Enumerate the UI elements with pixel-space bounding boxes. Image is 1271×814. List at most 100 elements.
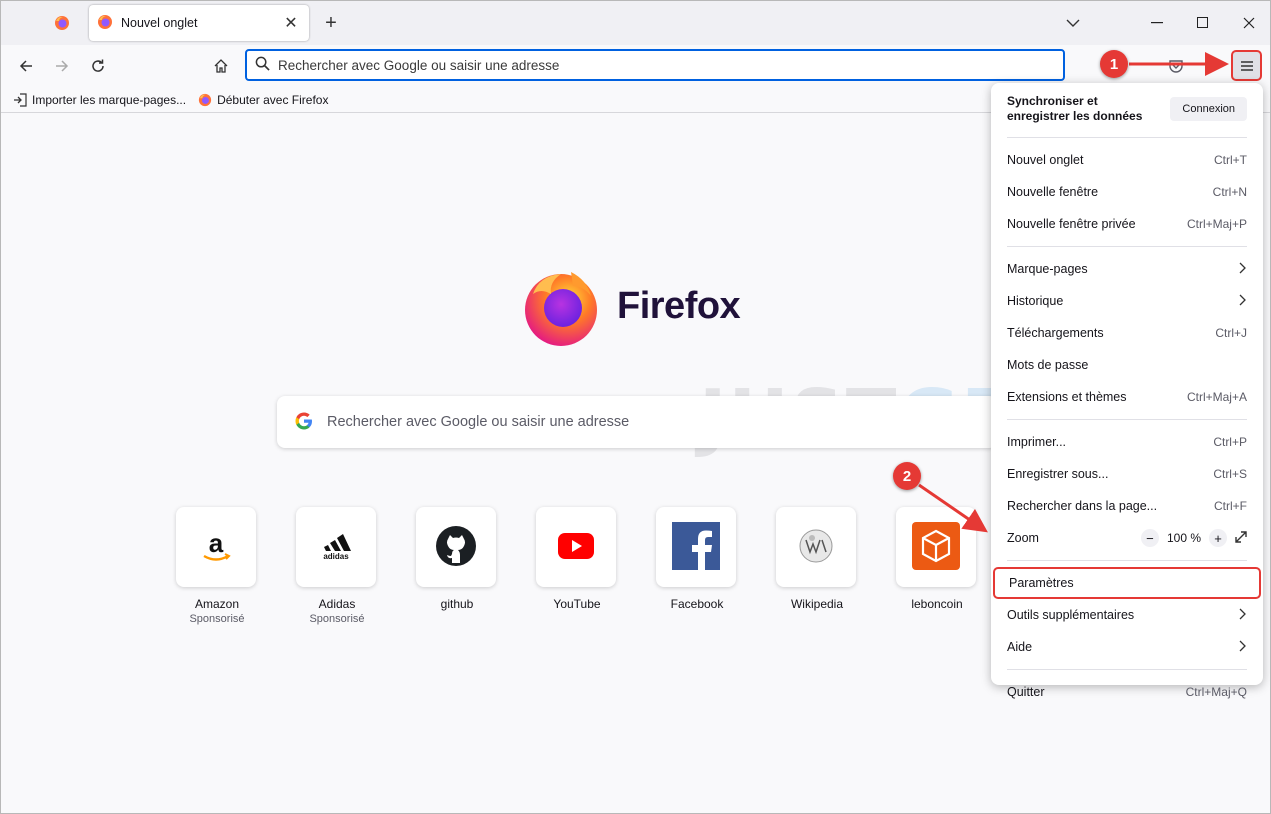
search-icon (255, 56, 270, 74)
menu-separator (1007, 137, 1247, 138)
menu-item-settings[interactable]: Paramètres (993, 567, 1261, 599)
home-icon (214, 59, 228, 73)
firefox-logo: Firefox (521, 266, 741, 346)
zoom-in-button[interactable]: + (1209, 529, 1227, 547)
tile-sponsored-label: Sponsorisé (309, 613, 365, 625)
menu-item-new-window[interactable]: Nouvelle fenêtre Ctrl+N (1007, 176, 1247, 208)
tab-title: Nouvel onglet (121, 16, 198, 30)
firefox-icon (198, 93, 212, 106)
minimize-button[interactable] (1137, 7, 1177, 39)
reload-button[interactable] (84, 52, 112, 80)
zoom-level[interactable]: 100 % (1167, 531, 1201, 545)
menu-item-history[interactable]: Historique (1007, 285, 1247, 317)
tile-label: Wikipedia (790, 597, 844, 611)
tile-label: github (440, 597, 474, 611)
back-button[interactable] (12, 52, 40, 80)
fullscreen-icon[interactable] (1235, 530, 1247, 546)
forward-button[interactable] (48, 52, 76, 80)
zoom-out-button[interactable]: − (1140, 529, 1159, 547)
menu-item-print[interactable]: Imprimer... Ctrl+P (1007, 426, 1247, 458)
menu-item-find-in-page[interactable]: Rechercher dans la page... Ctrl+F (1007, 490, 1247, 522)
close-tab-icon[interactable]: ✕ (281, 13, 301, 33)
chevron-right-icon (1239, 294, 1247, 309)
back-arrow-icon (19, 60, 32, 72)
menu-item-new-tab[interactable]: Nouvel onglet Ctrl+T (1007, 144, 1247, 176)
menu-item-help[interactable]: Aide (1007, 631, 1247, 663)
top-site-tile[interactable]: Wikipedia (776, 507, 858, 613)
menu-item-extensions-themes[interactable]: Extensions et thèmes Ctrl+Maj+A (1007, 381, 1247, 413)
firefox-icon (97, 14, 113, 33)
menu-item-quit[interactable]: Quitter Ctrl+Maj+Q (1007, 676, 1247, 708)
menu-item-passwords[interactable]: Mots de passe (1007, 349, 1247, 381)
chevron-right-icon (1239, 262, 1247, 277)
top-site-tile[interactable]: a Amazon Sponsorisé (176, 507, 258, 625)
zoom-controls: − 100 % + (1140, 529, 1247, 547)
menu-item-new-private-window[interactable]: Nouvelle fenêtre privée Ctrl+Maj+P (1007, 208, 1247, 240)
top-site-tile[interactable]: leboncoin (896, 507, 978, 613)
maximize-button[interactable] (1183, 7, 1223, 39)
pocket-icon (1169, 60, 1183, 73)
youtube-icon (558, 532, 594, 562)
google-icon (295, 412, 313, 433)
reload-icon (92, 59, 104, 72)
step-badge-2: 2 (893, 462, 921, 490)
menu-item-more-tools[interactable]: Outils supplémentaires (1007, 599, 1247, 631)
menu-item-zoom: Zoom − 100 % + (1007, 522, 1247, 554)
menu-separator (1007, 560, 1247, 561)
pinned-tab[interactable] (41, 7, 83, 41)
tile-label: Adidas (318, 597, 356, 611)
bookmark-label: Importer les marque-pages... (32, 92, 187, 107)
content-search-box[interactable] (277, 396, 997, 448)
list-all-tabs-icon[interactable] (1053, 7, 1093, 39)
facebook-icon (672, 521, 720, 573)
tab-new-tab[interactable]: Nouvel onglet ✕ (89, 5, 309, 41)
menu-separator (1007, 246, 1247, 247)
application-menu-button[interactable] (1231, 50, 1262, 81)
top-site-tile[interactable]: YouTube (536, 507, 618, 613)
connexion-button[interactable]: Connexion (1170, 97, 1247, 121)
top-site-tile[interactable]: github (416, 507, 498, 613)
top-site-tile[interactable]: Facebook (656, 507, 738, 613)
firefox-logo-icon (525, 272, 597, 346)
adidas-icon: adidas (314, 531, 358, 564)
svg-text:a: a (209, 528, 224, 558)
tile-label: leboncoin (911, 597, 963, 611)
bookmark-getting-started[interactable]: Débuter avec Firefox (198, 93, 328, 107)
tile-sponsored-label: Sponsorisé (189, 613, 245, 625)
url-input[interactable] (278, 57, 1063, 73)
menu-separator (1007, 669, 1247, 670)
top-site-tile[interactable]: adidas Adidas Sponsorisé (296, 507, 378, 625)
browser-window: Nouvel onglet ✕ + Rechercher avec Google… (0, 0, 1271, 814)
bookmark-label: Débuter avec Firefox (217, 92, 329, 107)
wikipedia-icon (798, 528, 834, 567)
import-icon (14, 92, 27, 107)
sync-row: Synchroniser et enregistrer les données … (1007, 87, 1247, 131)
menu-item-bookmarks[interactable]: Marque-pages (1007, 253, 1247, 285)
pocket-button[interactable] (1162, 52, 1190, 80)
forward-arrow-icon (56, 60, 69, 72)
url-bar[interactable] (245, 49, 1065, 81)
bookmark-import[interactable]: Importer les marque-pages... (13, 93, 186, 107)
tile-label: Amazon (194, 597, 240, 611)
menu-item-save-as[interactable]: Enregistrer sous... Ctrl+S (1007, 458, 1247, 490)
tile-label: YouTube (553, 597, 601, 611)
sync-text: Synchroniser et enregistrer les données (1007, 94, 1143, 123)
github-icon (435, 525, 477, 570)
amazon-icon: a (196, 526, 236, 569)
svg-text:adidas: adidas (323, 552, 349, 561)
firefox-icon (54, 15, 70, 34)
app-menu-panel: Synchroniser et enregistrer les données … (991, 83, 1263, 699)
navigation-bar (1, 45, 1270, 87)
hamburger-menu-icon (1240, 60, 1253, 71)
menu-item-downloads[interactable]: Téléchargements Ctrl+J (1007, 317, 1247, 349)
new-tab-button[interactable]: + (319, 11, 343, 35)
leboncoin-icon (912, 521, 960, 573)
chevron-right-icon (1239, 640, 1247, 655)
close-window-button[interactable] (1229, 7, 1269, 39)
tab-strip: Nouvel onglet ✕ + (1, 1, 1270, 45)
content-search-input[interactable] (327, 414, 997, 430)
home-button[interactable] (207, 52, 235, 80)
step-badge-1: 1 (1100, 50, 1128, 78)
tile-label: Facebook (670, 597, 724, 611)
menu-separator (1007, 419, 1247, 420)
